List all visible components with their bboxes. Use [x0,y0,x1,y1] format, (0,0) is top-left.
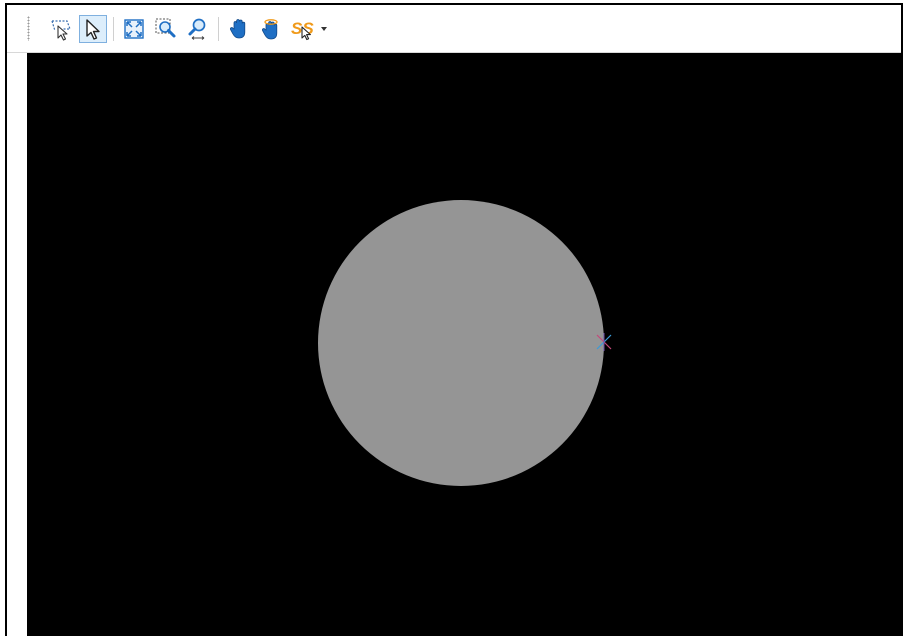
toolbar-separator [113,17,114,41]
zoom-window-button[interactable] [152,15,180,43]
zoom-realtime-button[interactable] [184,15,212,43]
toolbar-separator [218,17,219,41]
snap-settings-icon: SS [291,19,314,41]
pan-hand-icon [229,19,246,39]
toolbar-grip[interactable] [27,16,30,41]
orbit-hand-icon [261,19,278,40]
zoom-extents-icon [124,19,144,39]
toolbar: SS [7,5,901,53]
snap-dropdown-arrow[interactable] [321,27,327,31]
zoom-window-icon [155,18,176,38]
lasso-select-icon [51,20,71,41]
zoom-extents-button[interactable] [120,15,148,43]
pan-button[interactable] [225,15,253,43]
zoom-realtime-icon [188,18,206,40]
circle-shape[interactable] [318,200,604,486]
orbit-button[interactable] [257,15,285,43]
pointer-select-icon [86,19,100,40]
snap-settings-button[interactable]: SS [289,15,319,43]
lasso-select-button[interactable] [47,15,75,43]
pointer-select-button[interactable] [79,15,107,43]
viewport-window: SS [5,3,903,636]
viewport-canvas[interactable] [27,53,901,636]
viewport-drawing [318,200,612,486]
